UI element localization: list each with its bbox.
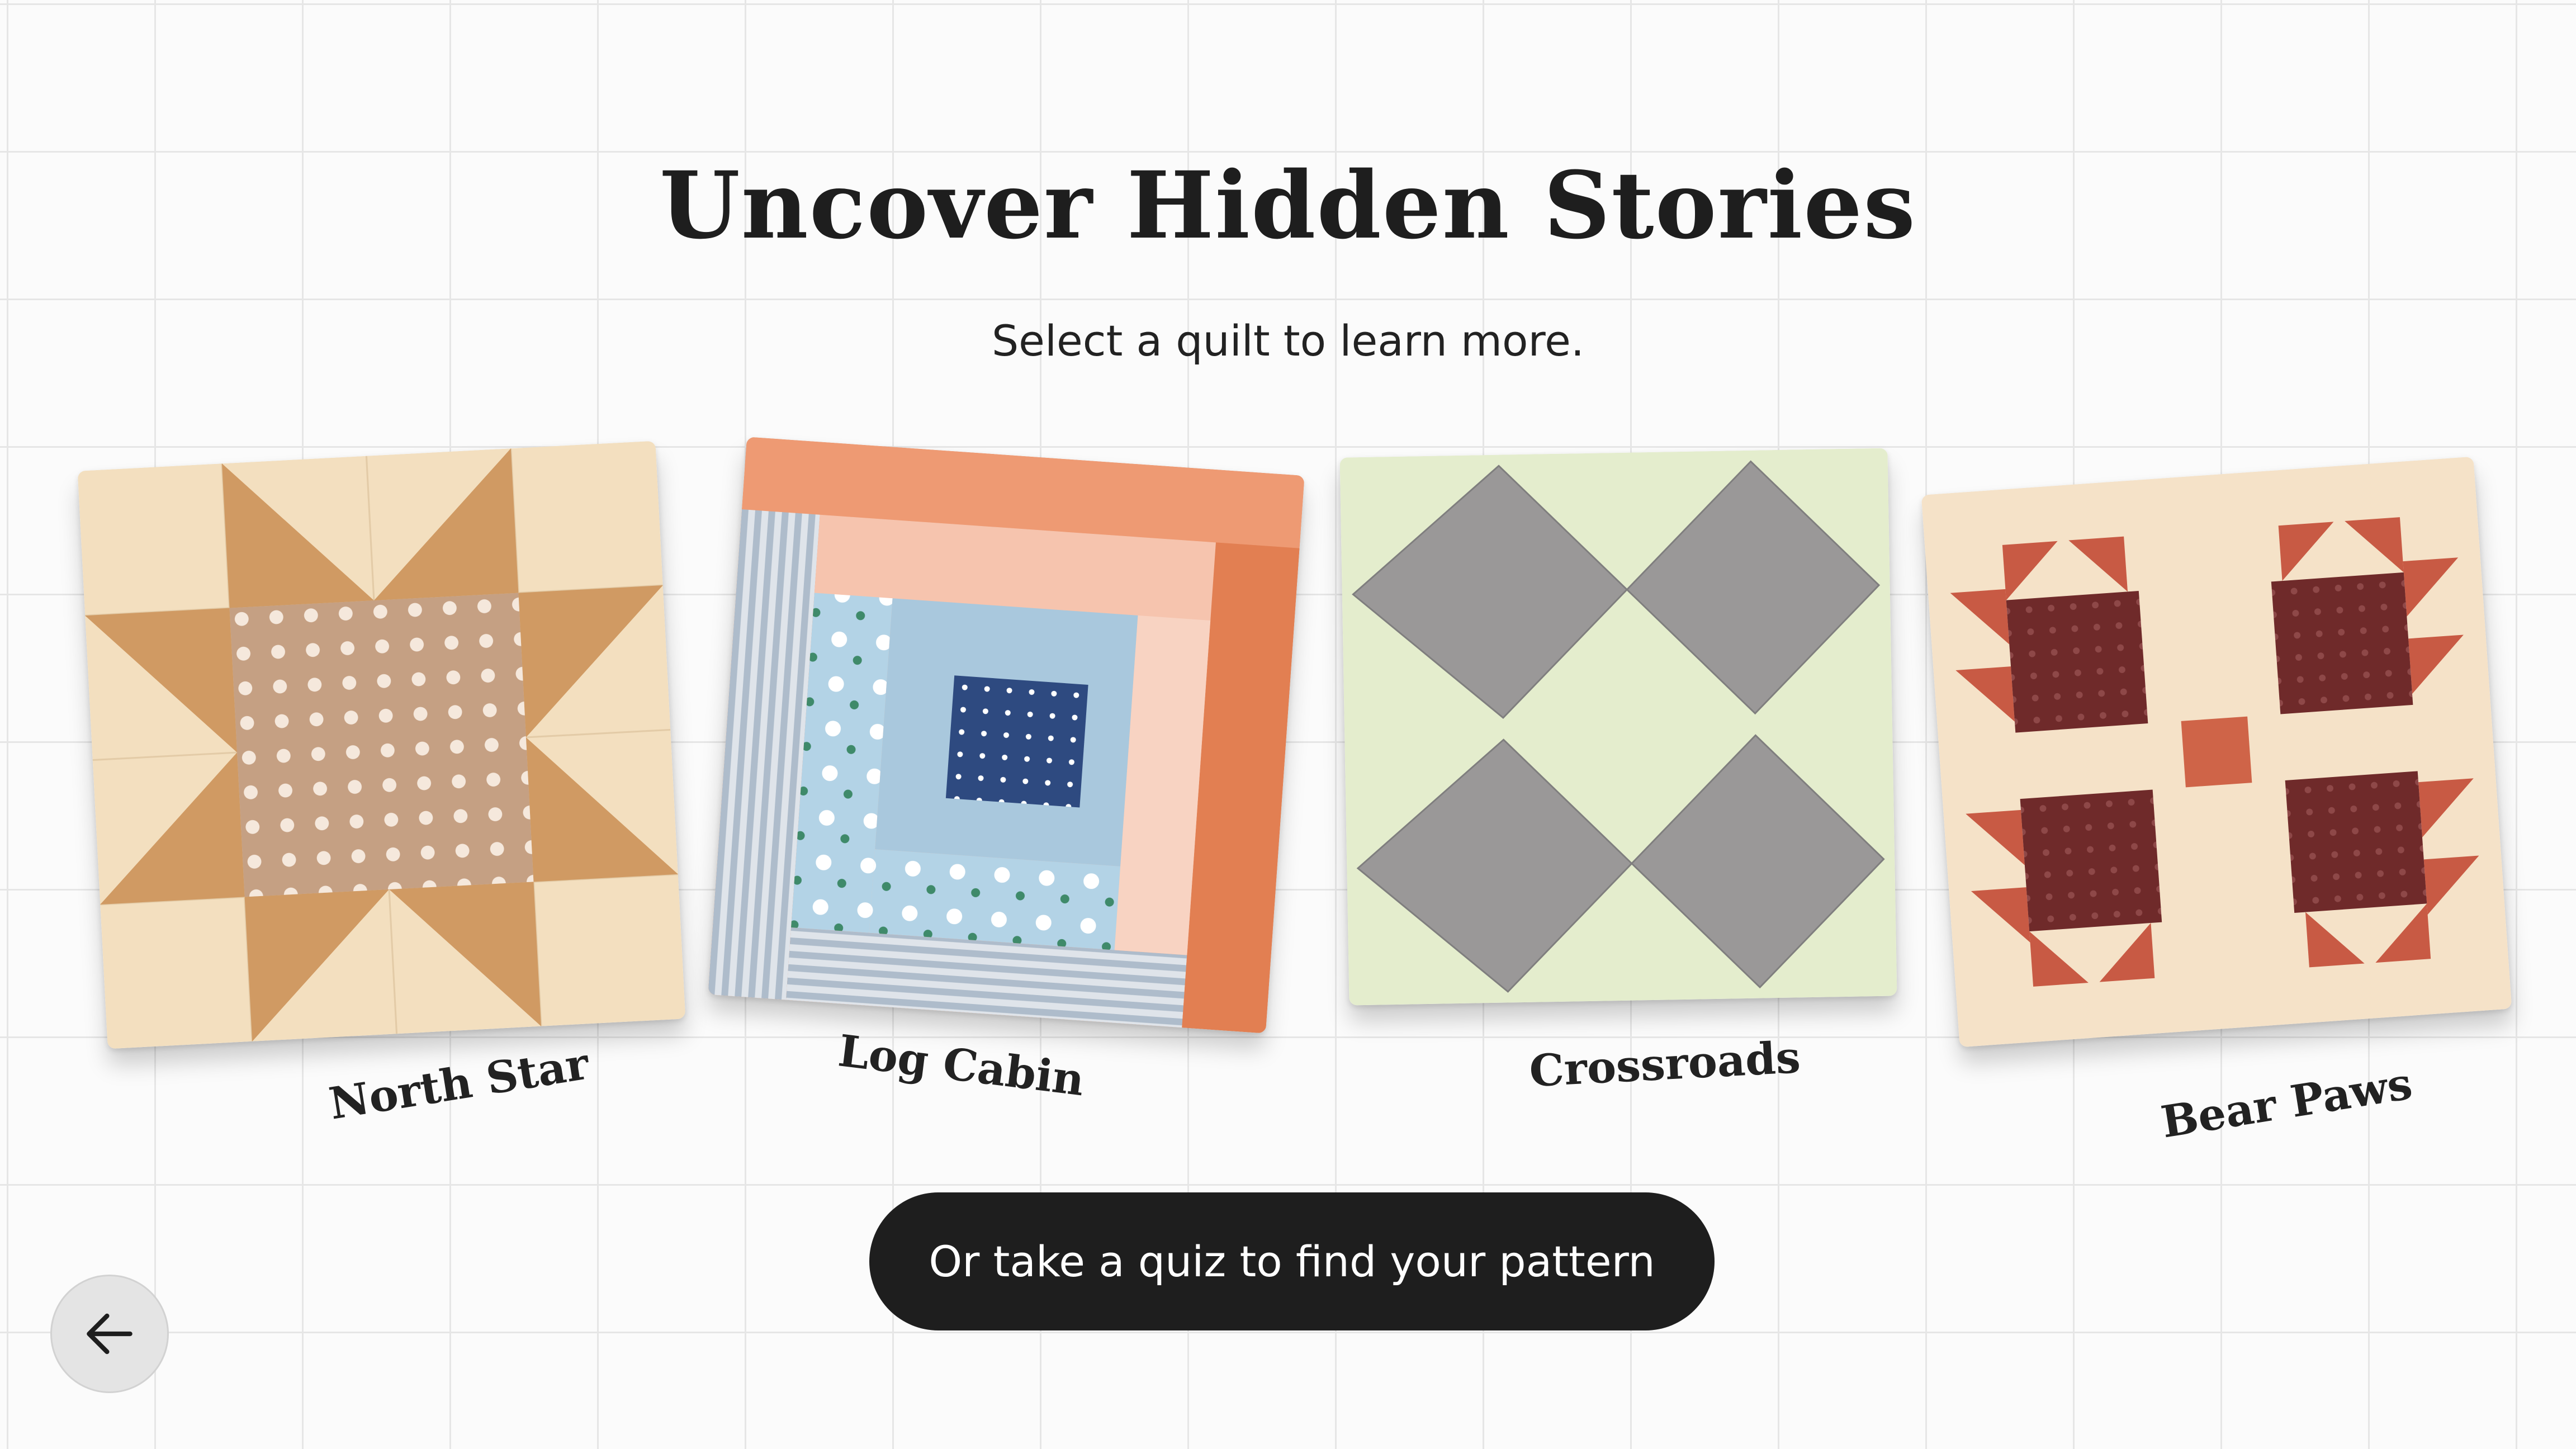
quilt-card-crossroads[interactable]: Crossroads (1339, 448, 1897, 1097)
take-quiz-button[interactable]: Or take a quiz to find your pattern (869, 1192, 1715, 1330)
quilt-card-north-star[interactable]: North Star (77, 441, 686, 1130)
quilt-card-log-cabin[interactable]: Log Cabin (708, 437, 1305, 1106)
north-star-quilt-block (77, 441, 686, 1049)
arrow-left-icon (87, 1313, 132, 1355)
page-subtitle: Select a quilt to learn more. (991, 316, 1585, 366)
page-title: Uncover Hidden Stories (659, 151, 1917, 259)
back-button[interactable] (50, 1275, 169, 1393)
quilt-label-log-cabin[interactable]: Log Cabin (836, 1025, 1087, 1106)
quilt-card-bear-paws[interactable]: Bear Paws (1921, 456, 2512, 1148)
quilt-label-crossroads[interactable]: Crossroads (1528, 1032, 1802, 1097)
crossroads-quilt-block (1339, 448, 1897, 1006)
quilt-label-north-star[interactable]: North Star (326, 1039, 593, 1130)
bear-paws-quilt-block (1921, 456, 2512, 1048)
quilt-label-bear-paws[interactable]: Bear Paws (2158, 1058, 2416, 1148)
log-cabin-quilt-block (708, 437, 1305, 1034)
